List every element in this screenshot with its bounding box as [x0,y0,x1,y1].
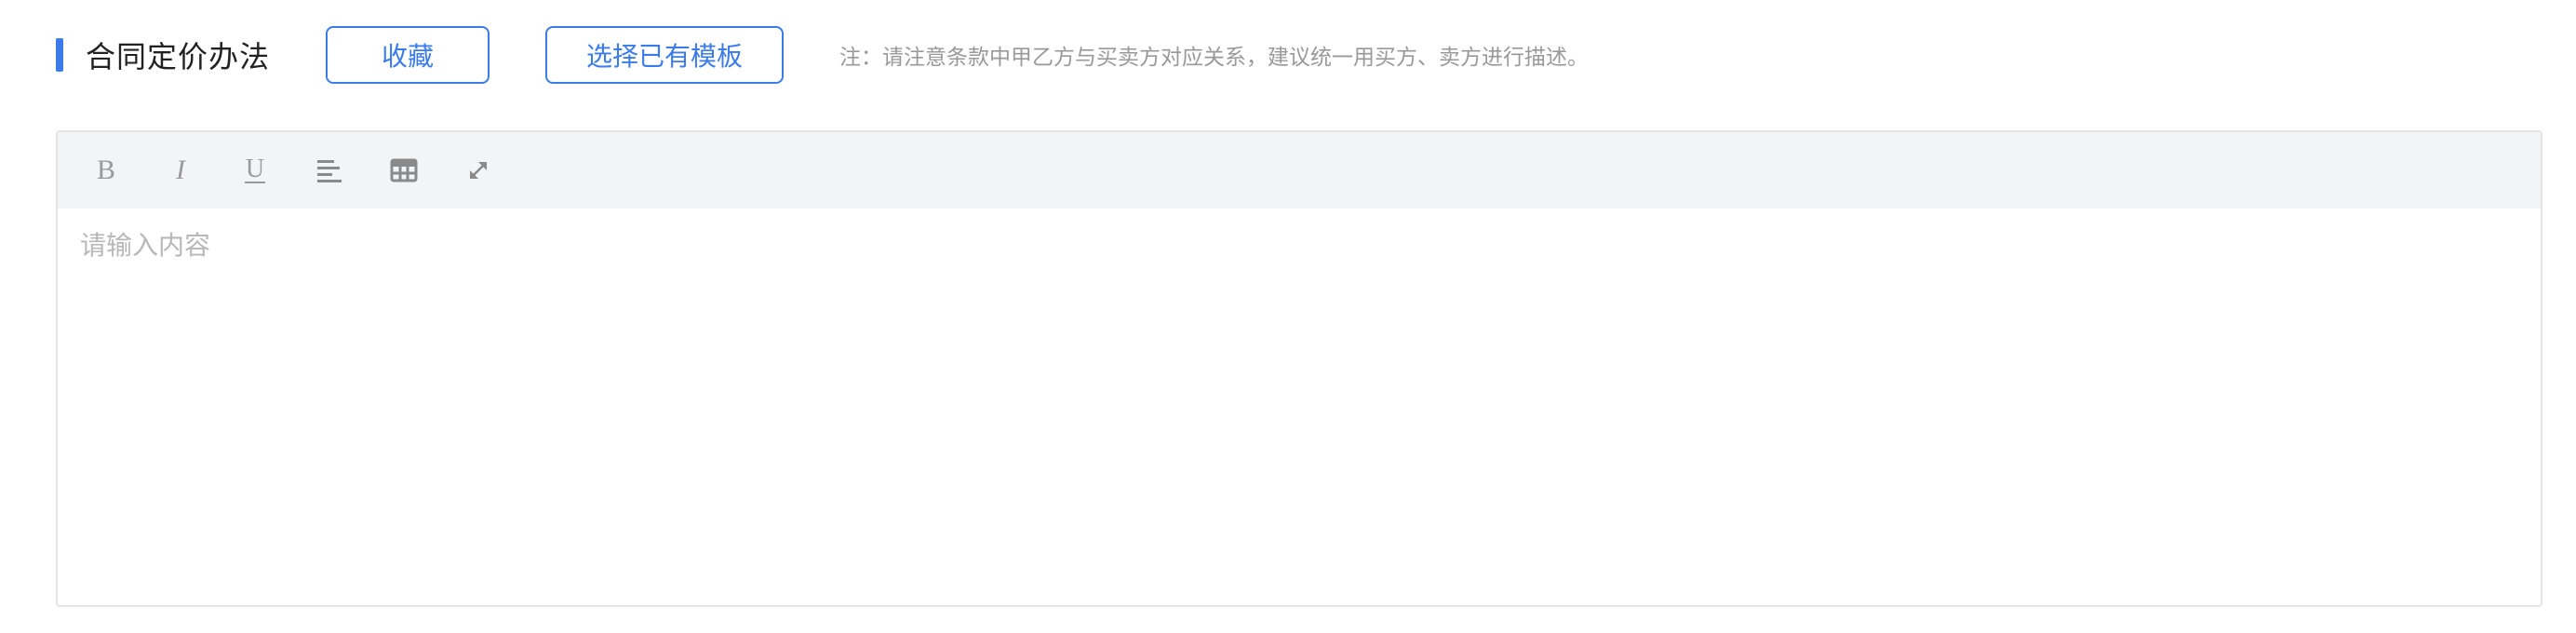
favorite-button[interactable]: 收藏 [326,26,490,84]
svg-text:I: I [175,155,187,185]
table-icon [390,158,418,182]
fullscreen-button[interactable] [449,144,508,196]
bold-icon: B [97,155,115,185]
bold-button[interactable]: B [76,144,136,196]
editor-toolbar: B I U [58,132,2541,209]
align-left-button[interactable] [300,144,359,196]
table-button[interactable] [374,144,434,196]
select-template-button[interactable]: 选择已有模板 [545,26,785,84]
expand-icon [470,162,487,179]
editor-input[interactable] [80,225,2518,588]
italic-button[interactable]: I [151,144,210,196]
italic-icon: I [175,155,187,185]
section-title: 合同定价办法 [86,39,271,74]
section-accent-bar [56,38,63,72]
rich-text-editor: B I U [56,130,2542,607]
align-left-icon [317,160,342,182]
editor-content-area [58,209,2541,605]
underline-icon: U [245,155,265,183]
section-header: 合同定价办法 收藏 选择已有模板 注：请注意条款中甲乙方与买卖方对应关系，建议统… [56,24,1589,86]
note-text: 注：请注意条款中甲乙方与买卖方对应关系，建议统一用买方、卖方进行描述。 [839,46,1590,70]
svg-text:U: U [246,155,264,183]
underline-button[interactable]: U [225,144,285,196]
svg-text:B: B [97,155,115,185]
